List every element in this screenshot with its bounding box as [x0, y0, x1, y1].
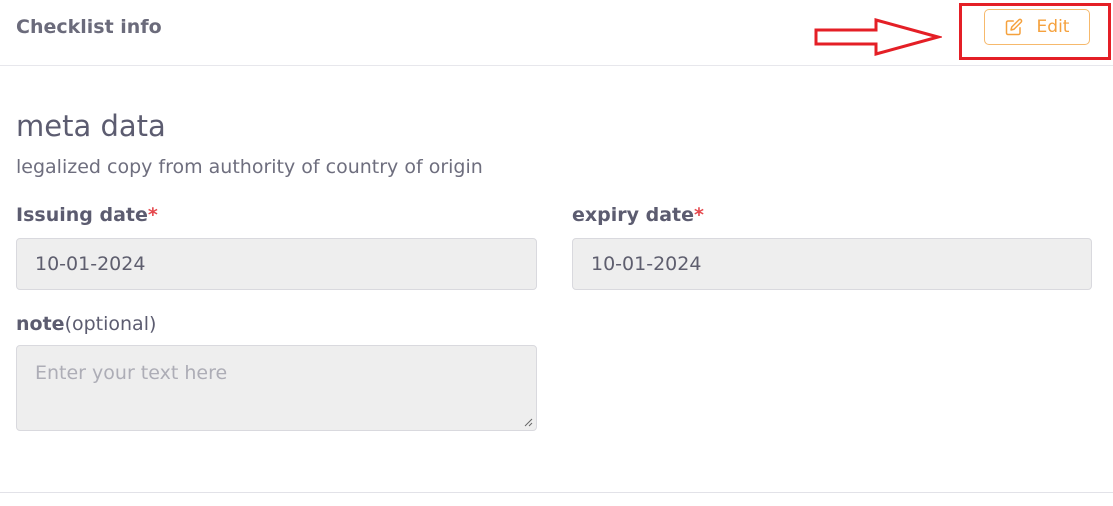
expiry-date-value: 10-01-2024: [591, 253, 702, 275]
optional-text: (optional): [64, 313, 157, 335]
issuing-date-label-text: Issuing date: [16, 204, 148, 226]
expiry-date-label: expiry date*: [572, 204, 704, 226]
note-label: note(optional): [16, 313, 156, 335]
resize-handle-icon[interactable]: [523, 417, 533, 427]
expiry-date-field[interactable]: 10-01-2024: [572, 238, 1092, 290]
required-mark: *: [694, 204, 704, 226]
note-placeholder: Enter your text here: [35, 362, 228, 384]
edit-button[interactable]: Edit: [984, 9, 1090, 45]
section-subtitle: legalized copy from authority of country…: [16, 156, 483, 178]
card-header: Checklist info: [0, 0, 1113, 66]
note-label-text: note: [16, 313, 65, 335]
issuing-date-label: Issuing date*: [16, 204, 158, 226]
issuing-date-value: 10-01-2024: [35, 253, 146, 275]
section-title: meta data: [16, 109, 166, 143]
arrow-right-icon: [814, 18, 942, 56]
edit-icon: [1005, 18, 1022, 36]
footer-divider: [0, 492, 1113, 493]
edit-button-label: Edit: [1036, 17, 1070, 37]
note-textarea[interactable]: Enter your text here: [16, 345, 537, 431]
header-title: Checklist info: [16, 16, 162, 38]
required-mark: *: [147, 204, 158, 226]
expiry-date-label-text: expiry date: [572, 204, 695, 226]
issuing-date-field[interactable]: 10-01-2024: [16, 238, 537, 290]
